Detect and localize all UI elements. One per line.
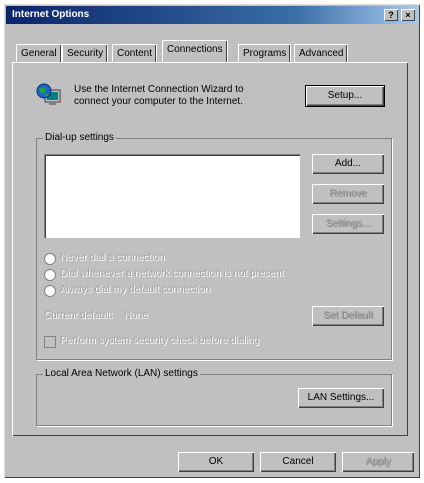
radio-never-dial-label: Never dial a connection — [60, 252, 165, 263]
title-bar[interactable]: Internet Options ? × — [6, 6, 418, 24]
security-check-label: Perform system security check before dia… — [60, 335, 259, 346]
set-default-button[interactable]: Set Default — [312, 306, 384, 326]
settings-button[interactable]: Settings... — [312, 214, 384, 234]
radio-never-dial[interactable] — [44, 253, 56, 265]
tab-connections[interactable]: Connections — [162, 40, 228, 62]
lan-settings-button[interactable]: LAN Settings... — [298, 388, 384, 408]
internet-options-dialog: Internet Options ? × General Security Co… — [4, 4, 420, 478]
radio-always-dial-label: Always dial my default connection — [60, 284, 211, 295]
dialup-settings-legend: Dial-up settings — [43, 132, 116, 143]
tab-general[interactable]: General — [16, 44, 62, 62]
tab-programs[interactable]: Programs — [238, 44, 292, 62]
help-button[interactable]: ? — [384, 9, 398, 21]
add-button[interactable]: Add... — [312, 154, 384, 174]
close-button[interactable]: × — [401, 9, 415, 21]
current-default-value: None — [124, 310, 148, 321]
wizard-text-line1: Use the Internet Connection Wizard to — [74, 84, 244, 95]
tab-security[interactable]: Security — [62, 44, 109, 62]
remove-button[interactable]: Remove — [312, 184, 384, 204]
lan-settings-legend: Local Area Network (LAN) settings — [43, 368, 200, 379]
radio-dial-when-needed-label: Dial whenever a network connection is no… — [60, 268, 284, 279]
apply-button[interactable]: Apply — [342, 452, 414, 472]
radio-dial-when-needed[interactable] — [44, 269, 56, 281]
setup-button[interactable]: Setup... — [305, 85, 385, 107]
ok-button[interactable]: OK — [178, 452, 254, 472]
connections-list[interactable] — [44, 154, 300, 238]
radio-always-dial[interactable] — [44, 285, 56, 297]
wizard-text-line2: connect your computer to the Internet. — [74, 96, 243, 107]
window-title: Internet Options — [12, 9, 90, 20]
current-default-label: Current default: — [44, 310, 113, 321]
tab-advanced[interactable]: Advanced — [294, 44, 349, 62]
connections-panel: Use the Internet Connection Wizard to co… — [12, 62, 408, 436]
tab-content[interactable]: Content — [112, 44, 158, 62]
security-check-checkbox[interactable] — [44, 336, 56, 348]
globe-computer-icon — [36, 82, 62, 108]
cancel-button[interactable]: Cancel — [260, 452, 336, 472]
